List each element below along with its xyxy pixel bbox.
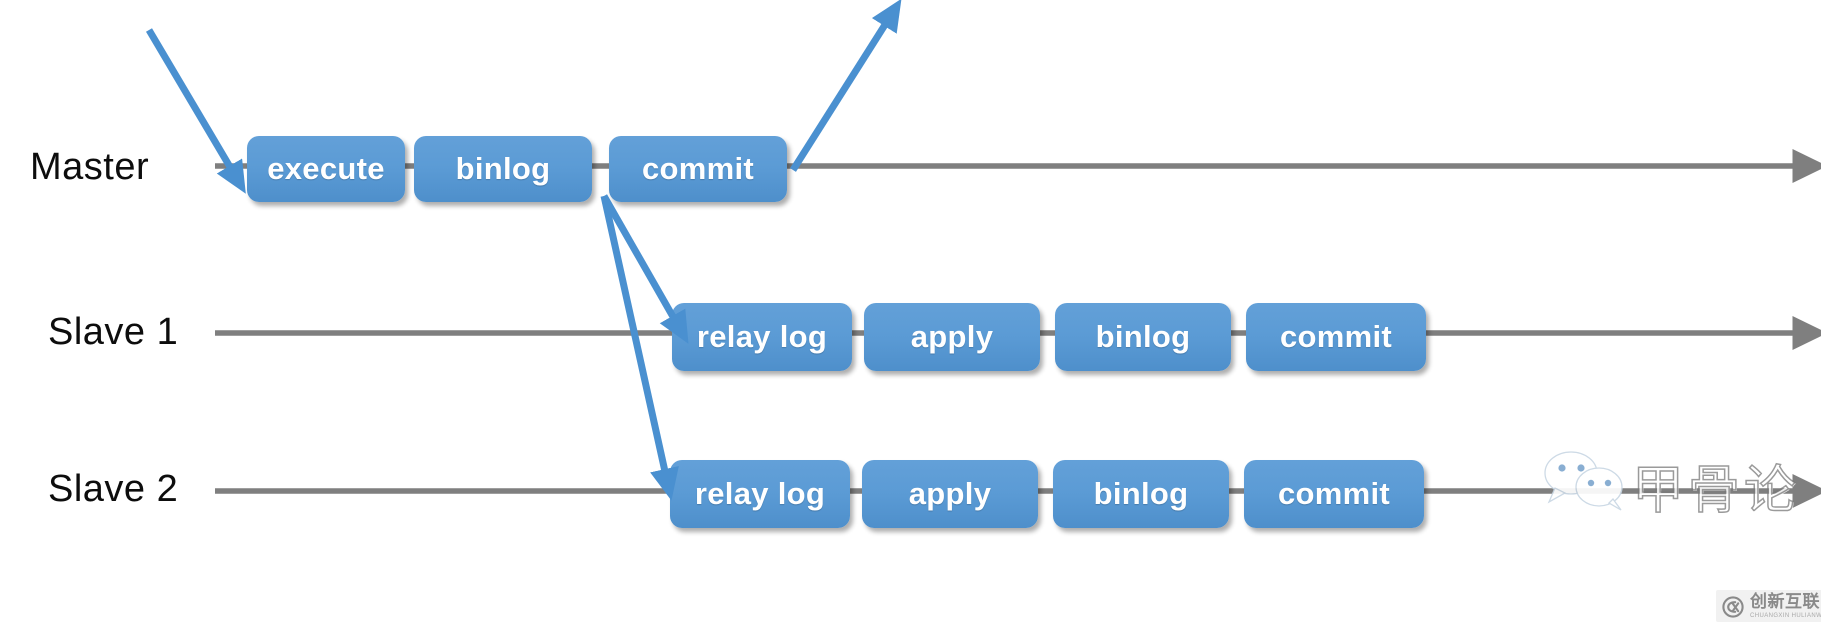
watermark-brand-text: 甲骨论 <box>1631 460 1801 522</box>
site-badge: 创新互联 CHUANGXIN HULIANWANG <box>1716 590 1821 622</box>
wechat-icon <box>1544 451 1623 511</box>
row-label-slave-2: Slave 2 <box>48 468 179 510</box>
diagram-canvas: execute binlog commit relay log apply bi… <box>0 0 1821 630</box>
row-label-master: Master <box>30 146 150 188</box>
cx-circle-logo <box>1722 595 1744 618</box>
row-labels-layer: Master Slave 1 Slave 2 <box>0 0 1821 630</box>
badge-text: 创新互联 CHUANGXIN HULIANWANG <box>1750 592 1821 620</box>
badge-en-label: CHUANGXIN HULIANWANG <box>1750 613 1821 619</box>
badge-cn-label: 创新互联 <box>1750 592 1820 612</box>
row-label-slave-1: Slave 1 <box>48 311 179 353</box>
